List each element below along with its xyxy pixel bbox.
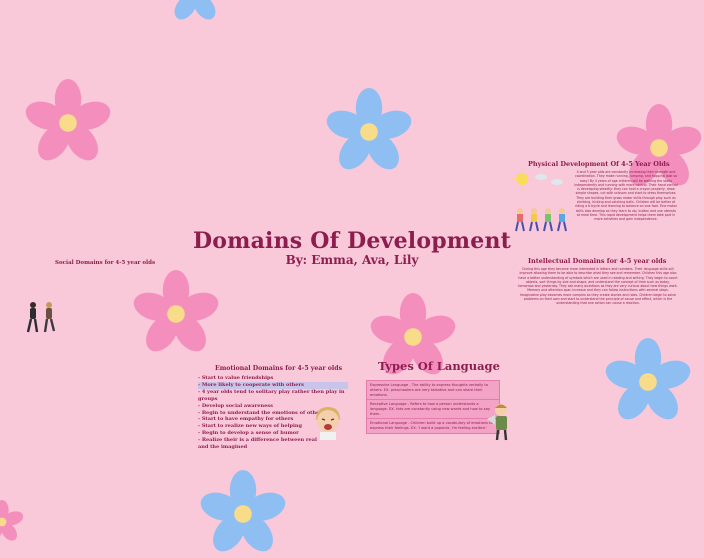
list-item: - More likely to cooperate with others bbox=[198, 381, 348, 389]
presentation-title: Domains Of Development bbox=[192, 228, 512, 254]
language-heading: Types Of Language bbox=[378, 359, 500, 373]
physical-heading: Physical Development Of 4-5 Year Olds bbox=[528, 160, 670, 168]
people-walking-icon bbox=[26, 302, 56, 333]
crying-child-icon bbox=[316, 407, 340, 440]
flower-icon bbox=[133, 270, 219, 352]
cloud-icon bbox=[535, 174, 563, 185]
expressive-language-box: Expressive Language - The ability to exp… bbox=[366, 380, 500, 401]
intellectual-body: During this age they become more interes… bbox=[518, 267, 678, 306]
social-heading: Social Domains for 4-5 year olds bbox=[55, 260, 156, 266]
list-item: - Start to value friendships bbox=[198, 375, 274, 381]
receptive-language-box: Receptive Language - Refers to how a per… bbox=[366, 399, 500, 420]
emotional-heading: Emotional Domains for 4-5 year olds bbox=[215, 365, 343, 372]
flower-icon bbox=[25, 79, 111, 161]
list-item: - 4 year olds tend to solitary play rath… bbox=[198, 388, 345, 402]
flower-icon bbox=[326, 88, 412, 170]
flower-icon bbox=[0, 500, 24, 541]
flower-icon bbox=[174, 0, 216, 20]
list-item: and the imagined bbox=[198, 444, 248, 451]
flower-icon bbox=[200, 470, 286, 552]
sun-icon bbox=[512, 169, 563, 189]
intellectual-heading: Intellectual Domains for 4-5 year olds bbox=[528, 257, 667, 265]
kids-running-icon bbox=[515, 208, 567, 232]
megaphone-child-icon bbox=[487, 404, 508, 441]
emotional-language-box: Emotional Language - Children build up a… bbox=[366, 418, 500, 434]
physical-body: 4 and 5 year olds are constantly increas… bbox=[574, 170, 678, 222]
flower-icon bbox=[605, 338, 691, 420]
